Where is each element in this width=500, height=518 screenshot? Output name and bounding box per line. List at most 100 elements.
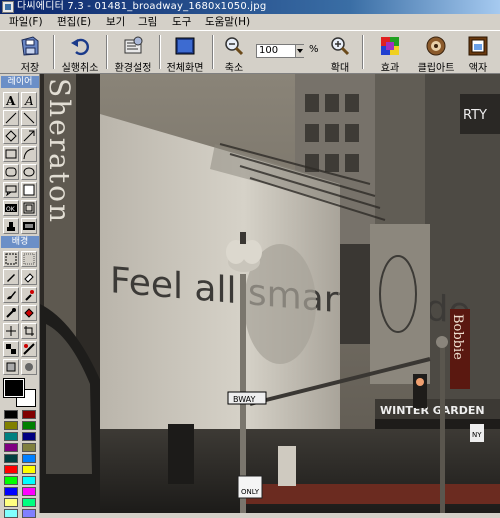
text-tool[interactable]: A — [3, 92, 19, 108]
arrow-tool[interactable] — [21, 128, 37, 144]
menu-help[interactable]: 도움말(H) — [203, 14, 252, 30]
rounded-rect-icon — [5, 167, 17, 177]
color-swatch[interactable] — [22, 443, 36, 452]
clone-tool[interactable] — [3, 359, 19, 375]
line-tool[interactable] — [3, 110, 19, 126]
svg-text:OK: OK — [6, 206, 16, 213]
fill-tool[interactable] — [21, 305, 37, 321]
zoom-in-label: 확대 — [330, 63, 350, 74]
crop-tool[interactable] — [21, 323, 37, 339]
color-swatch[interactable] — [22, 476, 36, 485]
effects-label: 효과 — [380, 63, 400, 74]
menu-edit[interactable]: 편집(E) — [55, 14, 93, 30]
image-canvas[interactable]: Sheraton RTY Feel all smart inside Bobbi… — [40, 74, 500, 513]
zoom-dropdown-button[interactable] — [295, 45, 304, 57]
image-tool[interactable] — [21, 218, 37, 234]
undo-button[interactable]: 실행취소 — [56, 33, 104, 74]
pencil-icon — [7, 274, 15, 282]
color-swatch[interactable] — [22, 410, 36, 419]
color-swatch[interactable] — [22, 487, 36, 496]
effects-button[interactable]: 효과 — [370, 33, 410, 74]
color-swatch[interactable] — [4, 509, 18, 518]
background-section-header: 배경 — [1, 236, 39, 248]
zoom-in-icon — [331, 37, 350, 56]
separator — [362, 35, 364, 69]
save-icon — [21, 36, 39, 56]
marquee-text: WINTER GARDEN — [380, 404, 485, 417]
text-italic-tool[interactable]: A — [21, 92, 37, 108]
frame-label: 액자 — [468, 63, 488, 74]
spray-icon — [25, 290, 34, 301]
callout-tool[interactable] — [3, 182, 19, 198]
fullscreen-button[interactable]: 전체화면 — [161, 33, 209, 74]
color-swatch[interactable] — [4, 432, 18, 441]
separator — [53, 35, 55, 69]
tool-palette: 레이어 A A OK 배경 — [0, 74, 40, 518]
mosaic-tool[interactable] — [3, 341, 19, 357]
select-tool[interactable] — [3, 251, 19, 267]
polyline-tool[interactable] — [21, 110, 37, 126]
stamp-tool[interactable] — [3, 218, 19, 234]
foreground-color[interactable] — [3, 378, 25, 398]
rectangle-tool[interactable] — [3, 146, 19, 162]
menu-tools[interactable]: 도구 — [170, 14, 193, 30]
color-swatch[interactable] — [4, 443, 18, 452]
separator — [106, 35, 108, 69]
sharpen-icon — [23, 343, 35, 355]
undo-icon — [71, 38, 89, 56]
color-swatch[interactable] — [22, 432, 36, 441]
zoom-out-icon — [225, 37, 244, 56]
curve-tool[interactable] — [21, 146, 37, 162]
frame-button[interactable]: 액자 — [460, 33, 496, 74]
arrow-icon — [23, 130, 35, 142]
callout-icon — [5, 185, 17, 196]
lasso-tool[interactable] — [21, 251, 37, 267]
line-icon — [5, 112, 17, 124]
pencil-tool[interactable] — [3, 269, 19, 285]
brush-tool[interactable] — [3, 287, 19, 303]
spray-tool[interactable] — [21, 287, 37, 303]
diamond-tool[interactable] — [3, 128, 19, 144]
smudge-tool[interactable] — [21, 359, 37, 375]
zoom-out-button[interactable]: 축소 — [216, 33, 252, 74]
clipart-label: 클립아트 — [417, 63, 455, 74]
color-selector[interactable] — [2, 377, 38, 407]
fullscreen-label: 전체화면 — [166, 63, 204, 74]
color-swatch[interactable] — [4, 476, 18, 485]
frame-icon — [468, 36, 488, 56]
curve-icon — [23, 148, 35, 160]
box-tool[interactable] — [21, 182, 37, 198]
clipart-button[interactable]: 클립아트 — [413, 33, 459, 74]
color-swatch[interactable] — [4, 410, 18, 419]
eyedropper-tool[interactable] — [3, 305, 19, 321]
menu-image[interactable]: 그림 — [136, 14, 159, 30]
ellipse-tool[interactable] — [21, 164, 37, 180]
color-swatch[interactable] — [22, 498, 36, 507]
color-swatch[interactable] — [22, 421, 36, 430]
color-swatch[interactable] — [4, 498, 18, 507]
zoom-in-button[interactable]: 확대 — [322, 33, 358, 74]
save-label: 저장 — [20, 63, 40, 74]
ok-tool[interactable]: OK — [3, 200, 19, 216]
settings-button[interactable]: 환경설정 — [109, 33, 157, 74]
color-swatch[interactable] — [22, 454, 36, 463]
save-button[interactable]: 저장 — [10, 33, 50, 74]
menu-file[interactable]: 파일(F) — [7, 14, 45, 30]
menu-bar: 파일(F) 편집(E) 보기 그림 도구 도움말(H) — [0, 14, 500, 30]
move-tool[interactable] — [3, 323, 19, 339]
color-swatch[interactable] — [22, 465, 36, 474]
menu-view[interactable]: 보기 — [104, 14, 127, 30]
zoom-out-label: 축소 — [224, 63, 244, 74]
color-swatch[interactable] — [22, 509, 36, 518]
color-swatch[interactable] — [4, 465, 18, 474]
color-swatch[interactable] — [4, 487, 18, 496]
undo-label: 실행취소 — [61, 63, 99, 74]
lasso-icon — [23, 253, 35, 265]
rounded-rect-tool[interactable] — [3, 164, 19, 180]
color-swatch[interactable] — [4, 454, 18, 463]
frame-tool[interactable] — [21, 200, 37, 216]
title-bar: 다씨에디터 7.3 - 01481_broadway_1680x1050.jpg — [0, 0, 500, 14]
color-swatch[interactable] — [4, 421, 18, 430]
eraser-tool[interactable] — [21, 269, 37, 285]
sharpen-tool[interactable] — [21, 341, 37, 357]
